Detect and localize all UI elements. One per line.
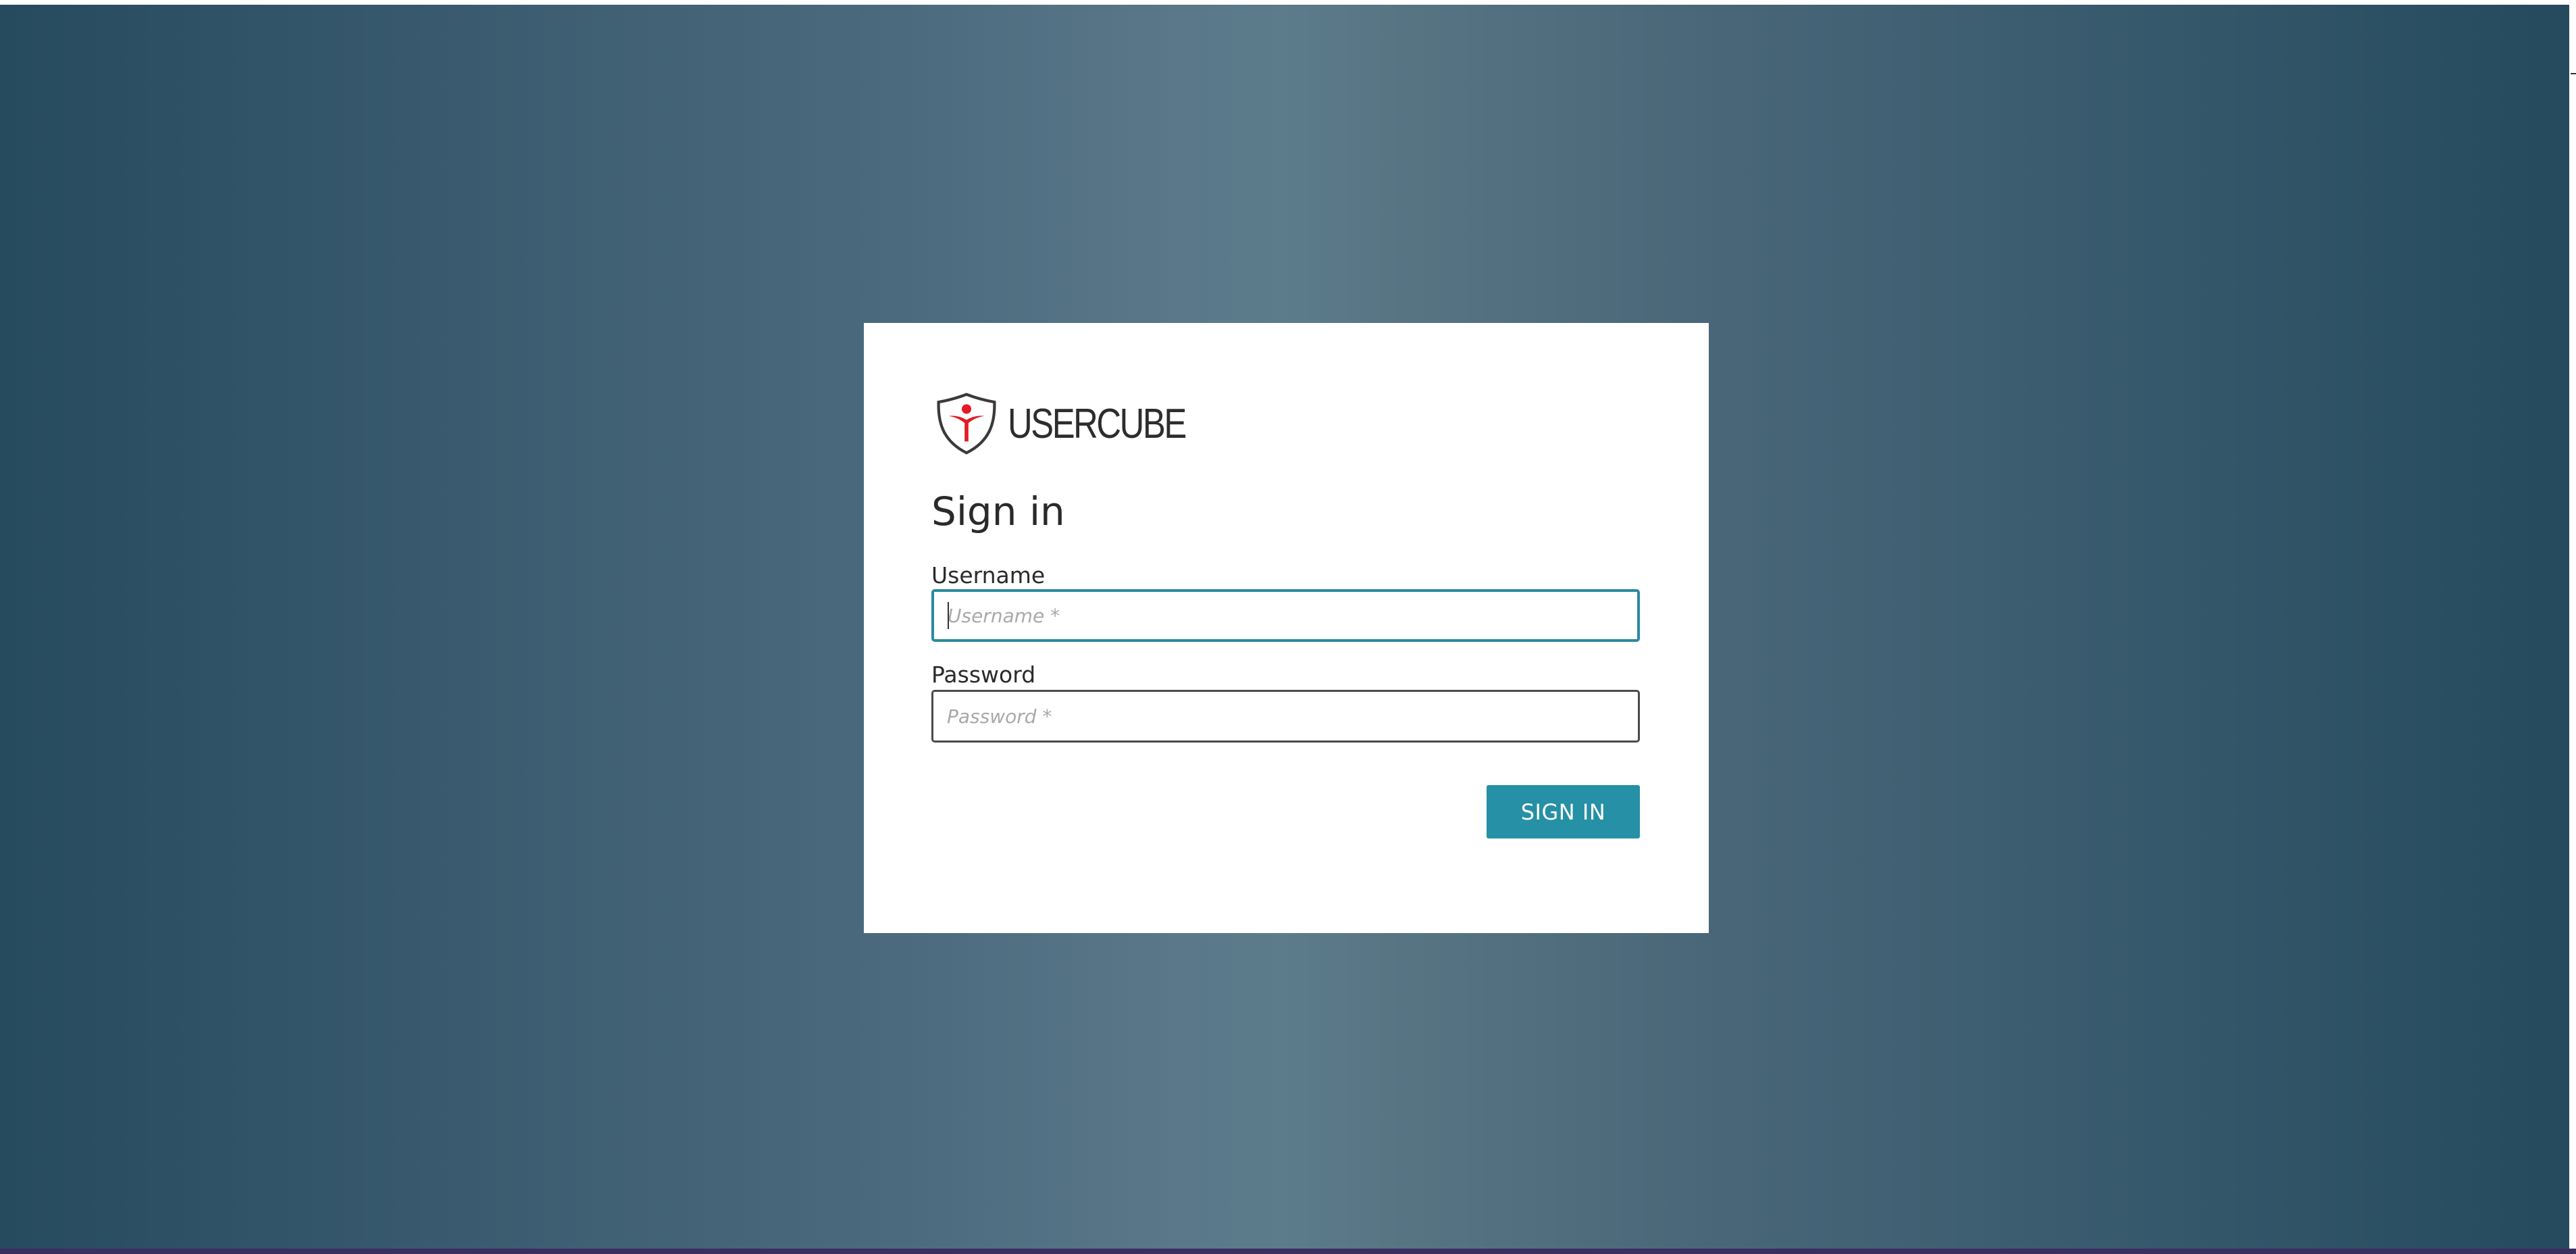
signin-card: USERCUBE Sign in Username Password SIGN …	[864, 323, 1709, 933]
username-input[interactable]	[931, 589, 1640, 642]
page-title: Sign in	[931, 488, 1065, 534]
brand-logo: USERCUBE	[935, 393, 1225, 455]
window-edge	[2569, 0, 2576, 1249]
edge-mark	[2571, 73, 2576, 74]
usercube-shield-icon	[937, 393, 996, 455]
brand-name: USERCUBE	[1008, 400, 1187, 447]
taskbar-strip	[0, 1249, 2576, 1254]
password-label: Password	[931, 661, 1036, 688]
sign-in-button[interactable]: SIGN IN	[1487, 785, 1640, 838]
username-label: Username	[931, 562, 1046, 588]
password-input[interactable]	[931, 690, 1640, 743]
text-caret	[948, 602, 949, 629]
